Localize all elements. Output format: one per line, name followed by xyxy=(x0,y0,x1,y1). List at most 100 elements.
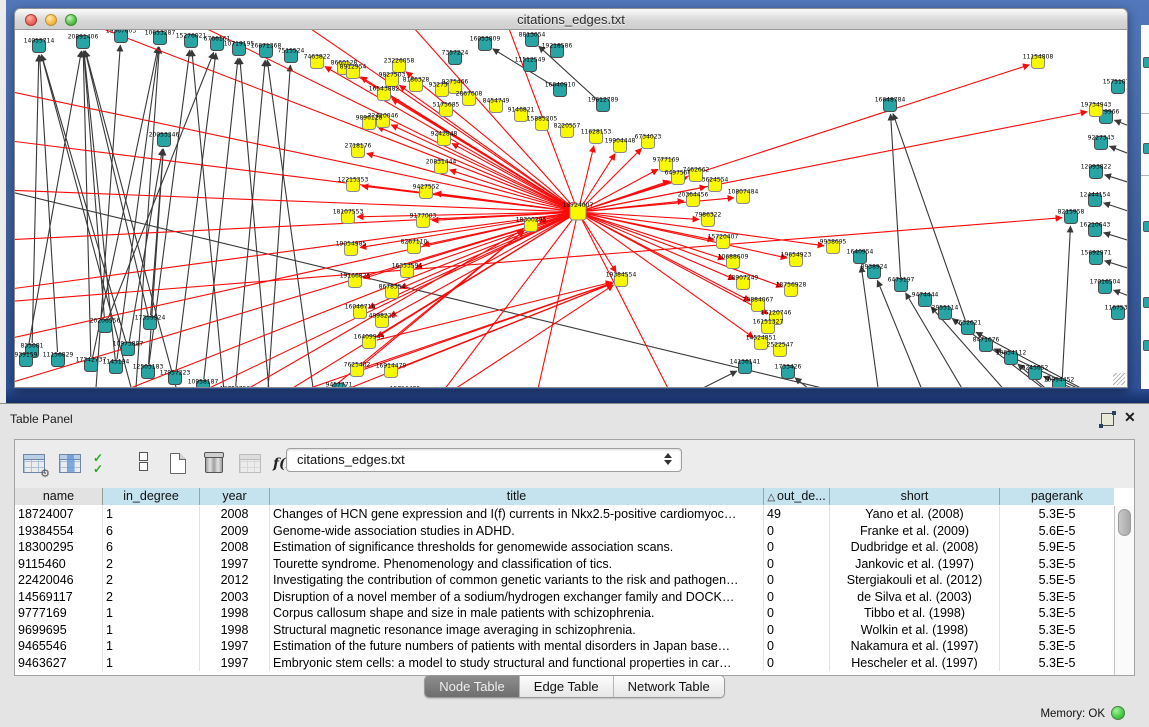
graph-node[interactable]: 20364456 xyxy=(678,192,709,207)
citation-edge-black[interactable] xyxy=(267,60,315,388)
graph-node[interactable]: 19054985 xyxy=(336,241,367,256)
table-body[interactable]: 1872400712008Changes of HCN gene express… xyxy=(15,506,1114,675)
column-header-name[interactable]: name xyxy=(15,488,103,505)
graph-node[interactable]: 5175685 xyxy=(433,102,460,117)
graph-node[interactable]: 7632621 xyxy=(955,320,982,335)
graph-node[interactable]: 10807484 xyxy=(728,189,759,204)
citation-edge-black[interactable] xyxy=(675,371,737,388)
network-canvas[interactable]: 1405571420891406195676031065328715276021… xyxy=(14,30,1128,388)
citation-edge-black[interactable] xyxy=(95,45,120,388)
graph-node[interactable]: 15751074 xyxy=(1103,79,1127,94)
graph-node[interactable]: 8186328 xyxy=(403,77,430,92)
graph-node[interactable]: 20891406 xyxy=(68,34,99,49)
graph-node[interactable]: 15692971 xyxy=(1081,250,1112,265)
citation-edge-black[interactable] xyxy=(129,149,162,341)
citation-edge-black[interactable] xyxy=(539,46,597,100)
select-all-icon[interactable]: ✓✓ xyxy=(93,451,121,478)
citation-edge-red[interactable] xyxy=(377,127,570,209)
float-panel-icon[interactable] xyxy=(1101,413,1114,426)
table-row[interactable]: 1830029562008Estimation of significance … xyxy=(15,539,1114,556)
graph-node[interactable]: 17359924 xyxy=(135,315,166,330)
column-header-in-degree[interactable]: in_degree xyxy=(103,488,200,505)
citation-edge-red[interactable] xyxy=(582,219,675,388)
graph-node[interactable]: 9427552 xyxy=(413,184,440,199)
graph-node[interactable]: 2718176 xyxy=(345,143,372,158)
graph-node[interactable]: 7463822 xyxy=(304,54,331,69)
graph-node[interactable]: 1733426 xyxy=(775,364,802,379)
graph-node[interactable]: 7357224 xyxy=(442,50,469,65)
graph-node[interactable]: 16640910 xyxy=(545,82,576,97)
table-row[interactable]: 946554611997Estimation of the future num… xyxy=(15,638,1114,655)
network-window-titlebar[interactable]: citations_edges.txt xyxy=(14,8,1128,30)
graph-node[interactable]: 2522547 xyxy=(767,342,794,357)
citation-edge-black[interactable] xyxy=(1104,233,1127,244)
graph-node[interactable]: 11154808 xyxy=(1023,54,1054,69)
graph-node[interactable]: 8938924 xyxy=(861,264,888,279)
citation-edge-red[interactable] xyxy=(580,146,594,204)
table-row[interactable]: 969969511998Structural magnetic resonanc… xyxy=(15,622,1114,639)
graph-node[interactable]: 3624554 xyxy=(702,177,729,192)
graph-node[interactable]: 16782759 xyxy=(220,386,251,389)
graph-node[interactable]: 12215353 xyxy=(338,177,369,192)
graph-node[interactable]: 10994452 xyxy=(1044,377,1075,389)
tab-network-table[interactable]: Network Table xyxy=(614,676,724,697)
column-header-short[interactable]: short xyxy=(830,488,1000,505)
graph-node[interactable]: 9242848 xyxy=(431,131,458,146)
graph-node[interactable]: 11156829 xyxy=(43,352,74,367)
graph-node[interactable]: 11512549 xyxy=(515,57,546,72)
table-options-icon[interactable]: ⚙ xyxy=(21,451,49,478)
graph-node[interactable]: 19567603 xyxy=(106,30,137,43)
citation-edge-black[interactable] xyxy=(240,58,270,388)
column-header-year[interactable]: year xyxy=(200,488,270,505)
graph-node[interactable]: 6479197 xyxy=(888,277,915,292)
delete-table-icon[interactable] xyxy=(201,451,229,478)
graph-node[interactable]: 7515524 xyxy=(278,48,305,63)
graph-node[interactable]: 18107553 xyxy=(333,209,364,224)
graph-node[interactable]: 16914479 xyxy=(376,363,407,378)
graph-node[interactable]: 6734023 xyxy=(635,134,662,149)
table-row[interactable]: 977716911998Corpus callosum shape and si… xyxy=(15,605,1114,622)
graph-node[interactable]: 1640954 xyxy=(847,249,874,264)
graph-node[interactable]: 10653287 xyxy=(145,30,176,45)
graph-node[interactable]: 939159 xyxy=(15,352,38,367)
citation-edge-red[interactable] xyxy=(586,198,734,211)
citation-edge-red[interactable] xyxy=(391,125,571,209)
graph-node[interactable]: 19166825 xyxy=(340,273,371,288)
graph-node[interactable]: 19612789 xyxy=(588,97,619,112)
table-select-dropdown[interactable]: citations_edges.txt xyxy=(286,448,682,472)
citation-edge-red[interactable] xyxy=(367,153,571,209)
graph-node[interactable]: 10958187 xyxy=(188,379,219,389)
graph-node[interactable]: 16053809 xyxy=(470,36,501,51)
citation-edge-black[interactable] xyxy=(1114,120,1127,130)
new-table-icon[interactable] xyxy=(165,451,193,478)
show-column-icon[interactable] xyxy=(57,451,85,478)
graph-node[interactable]: 19904448 xyxy=(605,138,636,153)
table-row[interactable]: 2242004622012Investigating the contribut… xyxy=(15,572,1114,589)
graph-node[interactable]: 9827503 xyxy=(379,72,406,87)
citation-edge-black[interactable] xyxy=(493,49,554,86)
citation-edge-red[interactable] xyxy=(585,216,768,314)
citation-edge-black[interactable] xyxy=(1104,203,1127,215)
citation-graph[interactable]: 1405571420891406195676031065328715276021… xyxy=(15,30,1127,388)
graph-node[interactable]: 1167533 xyxy=(1105,305,1127,320)
memory-ok-icon[interactable] xyxy=(1111,706,1125,720)
graph-node[interactable]: 16648784 xyxy=(875,97,906,112)
graph-node[interactable]: 8220557 xyxy=(554,123,581,138)
citation-edge-red[interactable] xyxy=(15,212,570,240)
graph-node[interactable]: 9227343 xyxy=(1088,135,1115,150)
tab-edge-table[interactable]: Edge Table xyxy=(520,676,614,697)
canvas-resize-grip[interactable] xyxy=(1113,373,1125,385)
scrollbar-thumb[interactable] xyxy=(1118,509,1131,536)
graph-node[interactable]: 2867608 xyxy=(456,91,483,106)
citation-edge-black[interactable] xyxy=(1109,146,1127,158)
graph-node[interactable]: 17957223 xyxy=(160,370,191,385)
citation-edge-red[interactable] xyxy=(95,215,571,388)
close-panel-icon[interactable]: ✕ xyxy=(1124,409,1136,426)
citation-edge-black[interactable] xyxy=(1113,290,1127,300)
graph-node[interactable]: 12093822 xyxy=(1081,164,1112,179)
column-header-out-degree[interactable]: △out_de... xyxy=(764,488,830,505)
citation-edge-black[interactable] xyxy=(891,114,901,277)
citation-edge-black[interactable] xyxy=(1105,261,1127,272)
citation-edge-black[interactable] xyxy=(861,266,880,388)
column-header-pagerank[interactable]: pagerank xyxy=(1000,488,1114,505)
